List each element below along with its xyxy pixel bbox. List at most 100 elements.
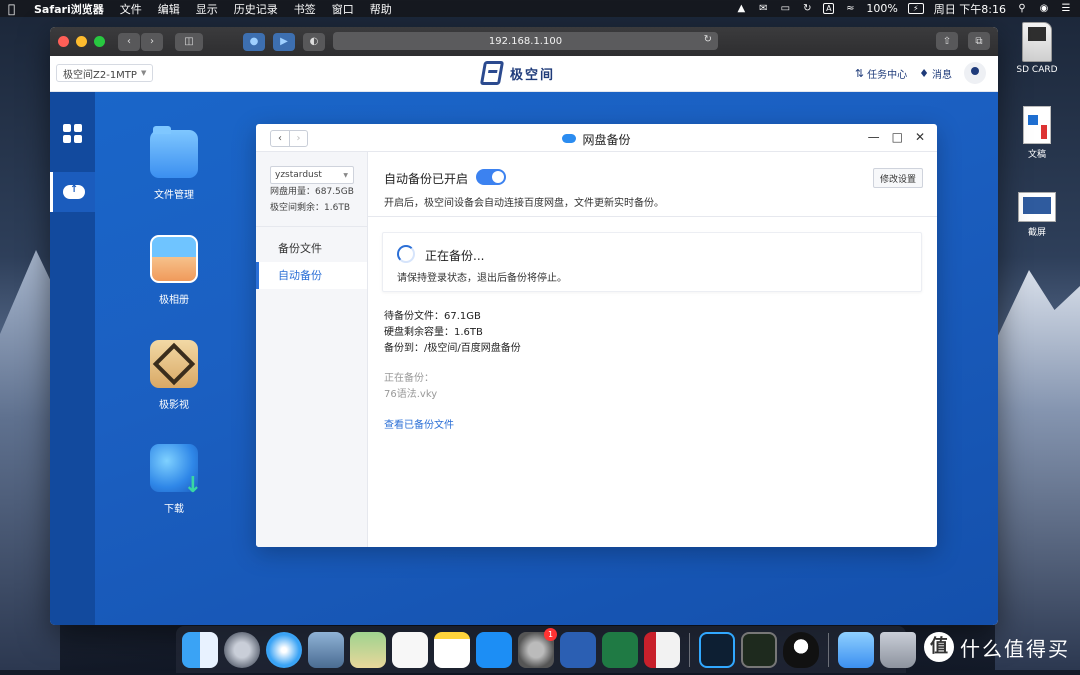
auto-backup-toggle[interactable] (476, 169, 506, 185)
extension-play-icon[interactable]: ▶ (273, 32, 295, 51)
menu-bookmarks[interactable]: 书签 (294, 1, 316, 17)
apple-menu-icon[interactable]:  (8, 3, 20, 15)
share-icon[interactable]: ⇧ (936, 32, 958, 50)
app-download[interactable]: 下载 (134, 444, 214, 515)
launchpad-icon[interactable] (224, 631, 260, 668)
rail-item-apps[interactable] (50, 114, 95, 154)
airplay-icon[interactable]: ▭ (779, 3, 791, 14)
app-header: 极空间Z2-1MTP ▼ 极空间 ⇅ 任务中心 ♦ 消息 (50, 56, 998, 92)
app-label: 下载 (164, 504, 184, 515)
finder-icon[interactable] (182, 631, 218, 668)
app-file-manager[interactable]: 文件管理 (134, 126, 214, 201)
device-name: 极空间Z2-1MTP (63, 69, 137, 81)
autocad-icon[interactable] (644, 631, 680, 668)
tabs-overview-icon[interactable]: ⧉ (968, 32, 990, 50)
menu-file[interactable]: 文件 (120, 1, 142, 17)
control-list-icon[interactable]: ☰ (1060, 3, 1072, 14)
time-machine-icon[interactable]: ↻ (801, 3, 813, 14)
space-remaining: 极空间剩余：1.6TB (270, 200, 367, 216)
menubar-clock[interactable]: 周日 下午8:16 (934, 1, 1006, 17)
desktop-icon-documents[interactable]: 文稿 (1002, 106, 1072, 160)
minimize-icon[interactable]: — (868, 130, 880, 144)
app-video[interactable]: 极影视 (134, 340, 214, 411)
cloud-usage-value: 687.5GB (315, 187, 354, 197)
maps-icon[interactable] (350, 631, 386, 668)
messages-icon[interactable]: ✉ (757, 3, 769, 14)
wifi-icon[interactable]: ≈ (844, 3, 856, 14)
battery-icon[interactable]: ⚡ (907, 3, 924, 14)
wallpaper-mountain-right (995, 270, 1080, 670)
siri-icon[interactable]: ◉ (1038, 3, 1050, 14)
close-icon[interactable]: ✕ (915, 130, 925, 144)
sidebar-item-backup-files[interactable]: 备份文件 (256, 235, 367, 262)
safari-icon[interactable] (266, 631, 302, 668)
apps-grid-icon (62, 124, 83, 144)
current-backup-label: 正在备份： (384, 373, 434, 384)
word-icon[interactable] (560, 631, 596, 668)
task-center-button[interactable]: ⇅ 任务中心 (855, 66, 907, 81)
input-source-icon[interactable]: A (823, 3, 835, 14)
disk-free: 硬盘剩余容量：1.6TB (384, 327, 483, 338)
backup-progress-card: 正在备份... 请保持登录状态，退出后备份将停止。 (382, 232, 922, 292)
minimize-window-button[interactable] (76, 36, 87, 47)
cloud-upload-icon (63, 184, 85, 199)
messages-button[interactable]: ♦ 消息 (919, 66, 952, 81)
dock: 1 (176, 626, 916, 673)
reload-icon[interactable]: ↻ (704, 34, 712, 45)
trash-icon[interactable] (880, 631, 916, 668)
app-store-icon[interactable] (476, 631, 512, 668)
photos-icon (150, 235, 198, 283)
menu-edit[interactable]: 编辑 (158, 1, 180, 17)
qq-penguin-icon[interactable] (783, 631, 819, 668)
app-photos[interactable]: 极相册 (134, 235, 214, 306)
system-preferences-icon[interactable]: 1 (518, 627, 557, 668)
auto-backup-status: 自动备份已开启 开启后，极空间设备会自动连接百度网盘，文件更新实时备份。 修改设… (368, 152, 937, 217)
download-globe-icon (150, 444, 202, 498)
device-selector[interactable]: 极空间Z2-1MTP ▼ (56, 64, 154, 82)
activity-monitor-icon[interactable] (741, 631, 777, 668)
account-selector[interactable]: yzstardust ▼ (270, 166, 354, 184)
photoshop-icon[interactable] (699, 631, 735, 668)
maximize-icon[interactable]: □ (892, 130, 903, 144)
video-icon (150, 340, 198, 388)
extension-icon[interactable]: ● (243, 32, 265, 51)
space-remaining-label: 极空间剩余： (270, 203, 325, 213)
app-label: 文件管理 (154, 190, 194, 201)
address-bar[interactable]: 192.168.1.100 ↻ (333, 32, 718, 50)
dialog-header: ‹ › 网盘备份 — □ ✕ (256, 124, 937, 152)
folder-icon (150, 126, 198, 178)
menu-view[interactable]: 显示 (196, 1, 218, 17)
desktop-icon-screenshots[interactable]: 截屏 (1002, 192, 1072, 238)
menu-help[interactable]: 帮助 (370, 1, 392, 17)
user-avatar[interactable] (964, 62, 986, 84)
battery-percent[interactable]: 100% (866, 2, 897, 15)
app-label: 极相册 (159, 295, 189, 306)
notification-bell-icon[interactable]: ▲ (735, 3, 747, 14)
back-button[interactable]: ‹ (118, 32, 140, 51)
view-backed-up-files-link[interactable]: 查看已备份文件 (384, 416, 454, 431)
sidebar-item-auto-backup[interactable]: 自动备份 (256, 262, 367, 289)
close-window-button[interactable] (58, 36, 69, 47)
forward-button[interactable]: › (141, 32, 163, 51)
edit-settings-button[interactable]: 修改设置 (872, 168, 923, 188)
notes-icon[interactable] (434, 631, 470, 668)
left-rail (50, 92, 95, 625)
mail-stamp-icon[interactable] (308, 631, 344, 668)
search-icon[interactable]: ⚲ (1016, 3, 1028, 14)
reminders-icon[interactable] (392, 631, 428, 668)
zoom-window-button[interactable] (94, 36, 105, 47)
excel-icon[interactable] (602, 631, 638, 668)
dialog-content: 自动备份已开启 开启后，极空间设备会自动连接百度网盘，文件更新实时备份。 修改设… (368, 152, 937, 547)
sidebar-toggle-icon[interactable]: ◫ (175, 32, 203, 51)
menu-history[interactable]: 历史记录 (234, 1, 278, 17)
sd-card-icon (1022, 22, 1052, 62)
menu-window[interactable]: 窗口 (332, 1, 354, 17)
safari-toolbar: ‹ › ◫ ● ▶ ◐ 192.168.1.100 ↻ ⇧ ⧉ (50, 27, 998, 56)
rail-item-cloud-backup[interactable] (50, 172, 95, 212)
menu-app-name[interactable]: Safari浏览器 (34, 1, 104, 17)
auto-backup-status-title: 自动备份已开启 (384, 172, 469, 186)
privacy-shield-icon[interactable]: ◐ (303, 32, 325, 51)
downloads-folder-icon[interactable] (838, 631, 874, 668)
desktop-icon-sd-card[interactable]: SD CARD (1002, 22, 1072, 75)
sidebar-divider (256, 226, 367, 227)
